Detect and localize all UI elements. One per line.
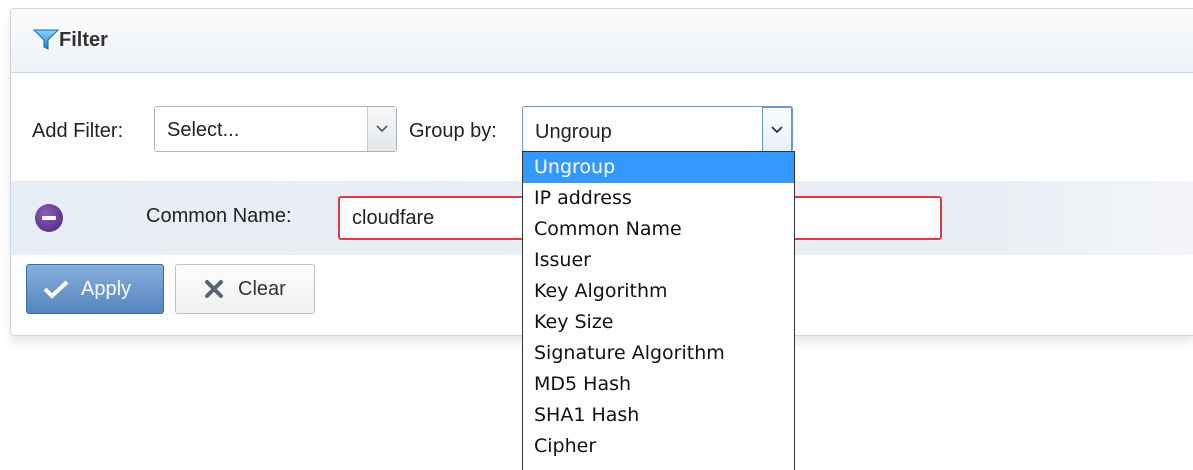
panel-header[interactable]: Filter (11, 9, 1193, 73)
common-name-label: Common Name: (146, 205, 292, 227)
checkmark-icon (43, 280, 69, 299)
funnel-icon (33, 29, 59, 50)
chevron-down-icon[interactable] (367, 107, 396, 151)
apply-button-label: Apply (81, 278, 132, 300)
group-by-dropdown-list[interactable]: Ungroup IP address Common Name Issuer Ke… (522, 151, 795, 470)
dropdown-option-signature-algorithm[interactable]: Signature Algorithm (523, 338, 794, 369)
close-icon (205, 280, 223, 298)
remove-filter-icon[interactable] (35, 204, 63, 232)
add-filter-label: Add Filter: (32, 120, 124, 142)
dropdown-option-md5-hash[interactable]: MD5 Hash (523, 369, 794, 400)
add-filter-select[interactable]: Select... (154, 106, 397, 152)
apply-button[interactable]: Apply (26, 264, 164, 314)
group-by-select[interactable]: Ungroup (522, 106, 793, 153)
group-by-label: Group by: (409, 120, 497, 142)
dropdown-option-key-size[interactable]: Key Size (523, 307, 794, 338)
dropdown-option-key-algorithm[interactable]: Key Algorithm (523, 276, 794, 307)
dropdown-option-common-name[interactable]: Common Name (523, 214, 794, 245)
dropdown-option-ip-address[interactable]: IP address (523, 183, 794, 214)
group-by-value: Ungroup (535, 121, 612, 143)
dropdown-option-cipher[interactable]: Cipher (523, 431, 794, 462)
clear-button[interactable]: Clear (175, 264, 315, 314)
dropdown-option-ungroup[interactable]: Ungroup (523, 152, 794, 183)
add-filter-value: Select... (167, 119, 240, 141)
clear-button-label: Clear (238, 278, 286, 300)
dropdown-option-issuer[interactable]: Issuer (523, 245, 794, 276)
panel-title: Filter (59, 29, 108, 51)
dropdown-option-sha1-hash[interactable]: SHA1 Hash (523, 400, 794, 431)
chevron-down-icon[interactable] (762, 107, 792, 153)
